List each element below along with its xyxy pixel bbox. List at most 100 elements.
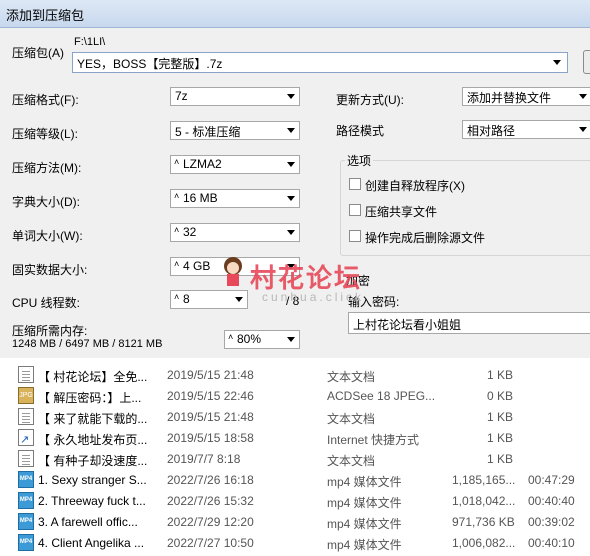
file-name: 【 解压密码：】上...: [38, 391, 142, 405]
sfx-label: 创建自释放程序(X): [365, 179, 465, 193]
cpu-threads-select[interactable]: ˄ 8: [170, 290, 248, 309]
archive-filename: YES，BOSS【完整版】.7z: [77, 57, 223, 71]
file-date: 2022/7/26 16:18: [167, 473, 254, 487]
memory-label: 压缩所需内存:: [12, 324, 88, 338]
file-type: Internet 快捷方式: [327, 433, 420, 447]
file-row[interactable]: MP4 2. Threeway fuck t... 2022/7/26 15:32 m…: [0, 490, 590, 511]
dictionary-value: 16 MB: [183, 191, 218, 205]
file-size: 971,736 KB: [452, 515, 515, 529]
file-size: 1 KB: [486, 452, 513, 466]
file-date: 2019/5/15 18:58: [167, 431, 254, 445]
file-date: 2019/5/15 21:48: [167, 410, 254, 424]
shortcut-file-icon: [18, 429, 34, 446]
watermark-subtext: cunhua.click: [262, 290, 365, 304]
text-file-icon: [18, 366, 34, 383]
path-mode-select[interactable]: 相对路径: [462, 120, 590, 139]
text-file-icon: [18, 450, 34, 467]
dictionary-label: 字典大小(D):: [12, 195, 80, 209]
file-duration: 00:39:02: [528, 515, 575, 529]
file-row[interactable]: 【 有种子却没速度... 2019/7/7 8:18 文本文档 1 KB: [0, 448, 590, 469]
text-file-icon: [18, 408, 34, 425]
archive-name-combo[interactable]: YES，BOSS【完整版】.7z: [72, 52, 568, 73]
mp4-file-icon: MP4: [18, 492, 34, 509]
file-name: 【 来了就能下载的...: [38, 412, 148, 426]
file-type: 文本文档: [327, 370, 376, 384]
file-row[interactable]: MP4 3. A farewell offic... 2022/7/29 12:20…: [0, 511, 590, 532]
file-row[interactable]: 【 永久地址发布页... 2019/5/15 18:58 Internet 快捷方式…: [0, 427, 590, 448]
password-input[interactable]: 上村花论坛看小姐姐: [348, 312, 590, 334]
chevron-down-icon: [287, 128, 295, 133]
shared-files-checkbox[interactable]: [349, 204, 361, 216]
format-label: 压缩格式(F):: [12, 93, 79, 107]
file-row[interactable]: MP4 4. Client Angelika ... 2022/7/27 10:50…: [0, 532, 590, 553]
update-mode-label: 更新方式(U):: [336, 93, 404, 107]
file-name: 2. Threeway fuck t...: [38, 494, 146, 508]
file-size: 1,185,165...: [452, 473, 516, 487]
options-title: 选项: [345, 152, 374, 169]
chevron-down-icon: [287, 337, 295, 342]
chevron-down-icon: [579, 127, 587, 132]
word-size-label: 单词大小(W):: [12, 229, 83, 243]
file-row[interactable]: 【 村花论坛】全免... 2019/5/15 21:48 文本文档 1 KB: [0, 364, 590, 385]
chevron-down-icon: [235, 297, 243, 302]
level-select[interactable]: 5 - 标准压缩: [170, 121, 300, 140]
file-row[interactable]: 【 来了就能下载的... 2019/5/15 21:48 文本文档 1 KB: [0, 406, 590, 427]
file-size: 0 KB: [486, 389, 513, 403]
cpu-threads-label: CPU 线程数:: [12, 296, 81, 310]
file-name: 【 有种子却没速度...: [38, 454, 148, 468]
chevron-down-icon: [287, 162, 295, 167]
mascot-icon: [224, 257, 242, 286]
delete-after-label: 操作完成后删除源文件: [365, 231, 486, 245]
file-size: 1,006,082...: [452, 536, 516, 550]
file-date: 2019/7/7 8:18: [167, 452, 241, 466]
file-size: 1 KB: [486, 368, 513, 382]
memory-percent-select[interactable]: ˄ 80%: [224, 330, 300, 349]
path-mode-value: 相对路径: [467, 124, 516, 138]
file-type: 文本文档: [327, 454, 376, 468]
delete-after-checkbox[interactable]: [349, 230, 361, 242]
file-type: mp4 媒体文件: [327, 517, 402, 531]
file-type: ACDSee 18 JPEG...: [327, 389, 436, 403]
path-mode-label: 路径模式: [336, 124, 385, 138]
method-value: LZMA2: [183, 157, 222, 171]
shared-files-label: 压缩共享文件: [365, 205, 438, 219]
chevron-down-icon: [287, 196, 295, 201]
level-label: 压缩等级(L):: [12, 127, 79, 141]
solid-size-label: 固实数据大小:: [12, 263, 88, 277]
jpeg-file-icon: JPG: [18, 387, 34, 404]
mp4-file-icon: MP4: [18, 534, 34, 551]
mp4-file-icon: MP4: [18, 513, 34, 530]
method-label: 压缩方法(M):: [12, 161, 82, 175]
file-name: 1. Sexy stranger S...: [38, 473, 147, 487]
chevron-down-icon[interactable]: [553, 60, 561, 65]
file-size: 1,018,042...: [452, 494, 516, 508]
file-duration: 00:40:10: [528, 536, 575, 550]
sfx-checkbox[interactable]: [349, 178, 361, 190]
file-duration: 00:47:29: [528, 473, 575, 487]
title-bar: 添加到压缩包: [0, 0, 590, 28]
update-mode-select[interactable]: 添加并替换文件: [462, 87, 590, 106]
chevron-down-icon: [287, 230, 295, 235]
file-row[interactable]: JPG 【 解压密码：】上... 2019/5/15 22:46 ACDSee 18 …: [0, 385, 590, 406]
dictionary-select[interactable]: ˄ 16 MB: [170, 189, 300, 208]
file-date: 2022/7/26 15:32: [167, 494, 254, 508]
archive-label: 压缩包(A): [12, 46, 64, 60]
file-date: 2019/5/15 21:48: [167, 368, 254, 382]
browse-button[interactable]: [583, 50, 590, 74]
memory-values: 1248 MB / 6497 MB / 8121 MB: [12, 338, 163, 350]
file-row[interactable]: MP4 1. Sexy stranger S... 2022/7/26 16:18 m…: [0, 469, 590, 490]
file-duration: 00:40:40: [528, 494, 575, 508]
chevron-down-icon: [287, 94, 295, 99]
level-value: 5 - 标准压缩: [175, 125, 241, 139]
chevron-down-icon: [579, 94, 587, 99]
file-type: mp4 媒体文件: [327, 496, 402, 510]
file-name: 【 村花论坛】全免...: [38, 370, 148, 384]
format-select[interactable]: 7z: [170, 87, 300, 106]
word-size-select[interactable]: ˄ 32: [170, 223, 300, 242]
file-name: 4. Client Angelika ...: [38, 536, 145, 550]
method-select[interactable]: ˄ LZMA2: [170, 155, 300, 174]
file-date: 2022/7/27 10:50: [167, 536, 254, 550]
file-size: 1 KB: [486, 431, 513, 445]
archive-path: F:\1LI\: [74, 36, 106, 48]
file-name: 【 永久地址发布页...: [38, 433, 148, 447]
